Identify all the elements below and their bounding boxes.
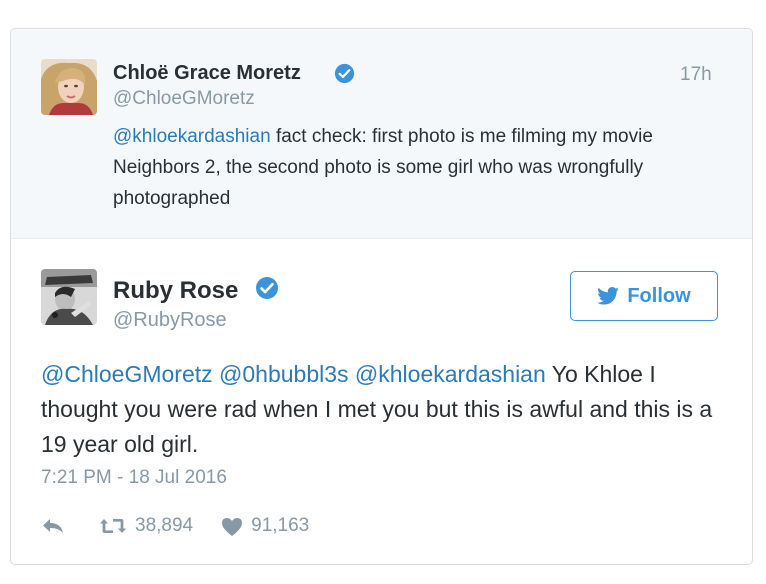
tweet-timestamp[interactable]: 7:21 PM - 18 Jul 2016 <box>41 467 227 489</box>
reply-icon <box>41 517 65 535</box>
avatar-photo <box>41 59 97 115</box>
tweet-actions: 38,894 91,163 <box>41 513 309 539</box>
retweet-button[interactable]: 38,894 <box>99 515 193 537</box>
heart-icon <box>221 517 243 536</box>
twitter-bird-icon <box>597 287 620 305</box>
author-handle[interactable]: @ChloeGMoretz <box>113 88 255 110</box>
like-count: 91,163 <box>251 515 310 536</box>
retweet-count: 38,894 <box>135 515 194 536</box>
tweet-text: @khloekardashian fact check: first photo… <box>113 121 713 214</box>
author-name[interactable]: Chloë Grace Moretz <box>113 62 301 85</box>
embedded-tweet-card: Chloë Grace Moretz @ChloeGMoretz 17h @kh… <box>10 28 753 565</box>
author-handle[interactable]: @RubyRose <box>113 309 227 332</box>
avatar[interactable] <box>41 59 97 115</box>
mention-link[interactable]: @khloekardashian <box>113 126 271 147</box>
mention-link[interactable]: @ChloeGMoretz <box>41 361 213 387</box>
reply-button[interactable] <box>41 517 65 535</box>
follow-button[interactable]: Follow <box>570 271 718 321</box>
tweet-time[interactable]: 17h <box>680 64 712 86</box>
author-name[interactable]: Ruby Rose <box>113 277 238 305</box>
follow-label: Follow <box>627 284 691 307</box>
avatar-photo <box>41 269 97 325</box>
verified-badge-icon <box>334 63 355 89</box>
retweet-icon <box>99 517 127 535</box>
verified-badge-icon <box>255 276 279 305</box>
avatar[interactable] <box>41 269 97 325</box>
mention-link[interactable]: @0hbubbl3s <box>219 361 349 387</box>
parent-tweet: Chloë Grace Moretz @ChloeGMoretz 17h @kh… <box>11 29 752 239</box>
like-button[interactable]: 91,163 <box>221 515 309 537</box>
mention-link[interactable]: @khloekardashian <box>355 361 546 387</box>
tweet-text: @ChloeGMoretz @0hbubbl3s @khloekardashia… <box>41 357 731 462</box>
